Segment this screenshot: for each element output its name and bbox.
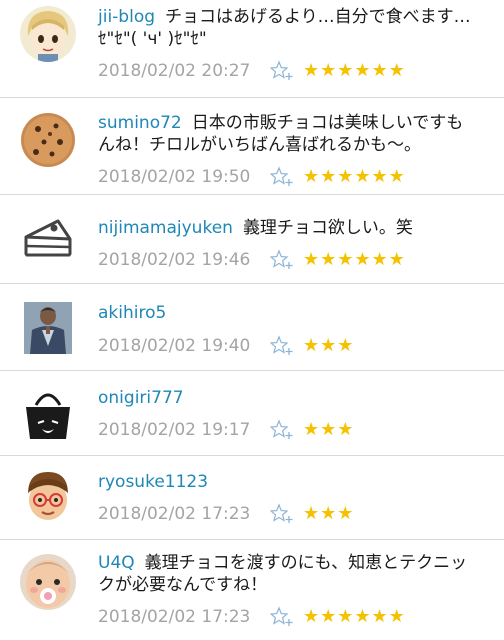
timestamp: 2018/02/02 19:50 <box>98 167 251 187</box>
username-link[interactable]: sumino72 <box>98 113 182 133</box>
comment-meta: 2018/02/02 17:23 <box>98 503 250 525</box>
photo-avatar-icon[interactable] <box>20 300 76 356</box>
comment-item: nijimamajyuken 義理チョコ欲しい。笑 2018/02/02 19:4… <box>0 195 504 284</box>
add-star-icon[interactable] <box>270 60 294 82</box>
username-link[interactable]: onigiri777 <box>98 388 184 408</box>
star-rating: ★★★ <box>303 503 355 524</box>
timestamp: 2018/02/02 17:23 <box>98 504 251 524</box>
timestamp: 2018/02/02 19:46 <box>98 250 251 270</box>
star-rating: ★★★★★★ <box>303 60 406 81</box>
cake-avatar-icon[interactable] <box>20 211 76 267</box>
comment-body: akihiro5 <box>98 302 490 324</box>
comment-meta: 2018/02/02 19:40 <box>98 335 250 357</box>
username-link[interactable]: jii-blog <box>98 7 155 27</box>
anime-avatar-icon[interactable] <box>20 6 76 62</box>
comment-body: U4Q 義理チョコを渡すのにも、知恵とテクニックが必要なんですね！ <box>98 552 478 596</box>
comment-text: 義理チョコを渡すのにも、知恵とテクニックが必要なんですね！ <box>98 553 468 595</box>
bag-avatar-icon[interactable] <box>20 385 76 441</box>
username-link[interactable]: akihiro5 <box>98 303 166 323</box>
add-star-icon[interactable] <box>270 166 294 188</box>
comment-body: sumino72 日本の市販チョコは美味しいですもんね！チロルがいちばん喜ばれるか… <box>98 112 478 156</box>
star-rating: ★★★★★★ <box>303 249 406 270</box>
timestamp: 2018/02/02 19:17 <box>98 420 251 440</box>
comment-item: U4Q 義理チョコを渡すのにも、知恵とテクニックが必要なんですね！ 2018/02… <box>0 540 504 640</box>
comment-item: jii-blog チョコはあげるより…自分で食べます…ｾ"ｾ"( 'ч' )ｾ"ｾ… <box>0 0 504 98</box>
timestamp: 2018/02/02 19:40 <box>98 336 251 356</box>
cookie-avatar-icon[interactable] <box>20 112 76 168</box>
comment-meta: 2018/02/02 19:46 <box>98 249 250 271</box>
comment-item: sumino72 日本の市販チョコは美味しいですもんね！チロルがいちばん喜ばれるか… <box>0 98 504 195</box>
comment-body: onigiri777 <box>98 387 490 409</box>
add-star-icon[interactable] <box>270 606 294 628</box>
star-rating: ★★★★★★ <box>303 606 406 627</box>
comment-body: ryosuke1123 <box>98 471 490 493</box>
comment-meta: 2018/02/02 19:50 <box>98 166 250 188</box>
comment-item: ryosuke1123 2018/02/02 17:23 ★★★ <box>0 456 504 540</box>
comment-meta: 2018/02/02 20:27 <box>98 60 250 82</box>
star-rating: ★★★★★★ <box>303 166 406 187</box>
comment-meta: 2018/02/02 17:23 <box>98 606 250 628</box>
add-star-icon[interactable] <box>270 503 294 525</box>
add-star-icon[interactable] <box>270 335 294 357</box>
cartoon-face-avatar-icon[interactable] <box>20 468 76 524</box>
timestamp: 2018/02/02 17:23 <box>98 607 251 627</box>
add-star-icon[interactable] <box>270 249 294 271</box>
username-link[interactable]: nijimamajyuken <box>98 218 233 238</box>
username-link[interactable]: U4Q <box>98 553 135 573</box>
timestamp: 2018/02/02 20:27 <box>98 61 251 81</box>
star-rating: ★★★ <box>303 419 355 440</box>
username-link[interactable]: ryosuke1123 <box>98 472 208 492</box>
comment-body: jii-blog チョコはあげるより…自分で食べます…ｾ"ｾ"( 'ч' )ｾ"ｾ… <box>98 6 490 50</box>
comment-text: 義理チョコ欲しい。笑 <box>242 218 413 238</box>
comment-meta: 2018/02/02 19:17 <box>98 419 250 441</box>
comment-item: onigiri777 2018/02/02 19:17 ★★★ <box>0 371 504 456</box>
add-star-icon[interactable] <box>270 419 294 441</box>
comment-body: nijimamajyuken 義理チョコ欲しい。笑 <box>98 217 490 239</box>
baby-photo-avatar-icon[interactable] <box>20 554 76 610</box>
comment-item: akihiro5 2018/02/02 19:40 ★★★ <box>0 284 504 371</box>
star-rating: ★★★ <box>303 335 355 356</box>
